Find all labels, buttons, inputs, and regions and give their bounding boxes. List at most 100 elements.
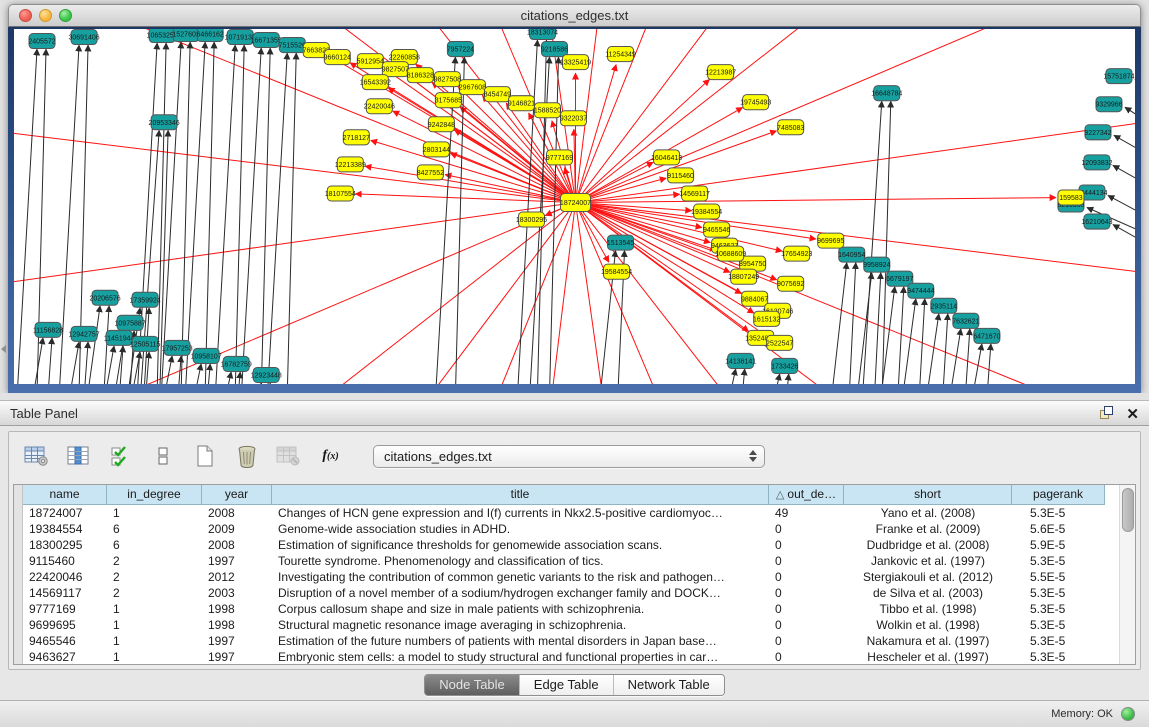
graph-node[interactable]: 17957253: [162, 340, 193, 355]
table-cell[interactable]: Structural magnetic resonance image aver…: [272, 617, 769, 633]
graph-node[interactable]: 1640954: [838, 247, 865, 262]
table-cell[interactable]: 2012: [202, 569, 272, 585]
graph-node[interactable]: 12213987: [705, 65, 736, 80]
table-cell[interactable]: 1: [107, 649, 202, 665]
graph-node[interactable]: 2803144: [423, 142, 450, 157]
table-cell[interactable]: 1997: [202, 553, 272, 569]
graph-node[interactable]: 2522547: [766, 335, 793, 350]
graph-node[interactable]: 9958924: [863, 257, 890, 272]
table-row[interactable]: 911546021997Tourette syndrome. Phenomeno…: [23, 553, 1120, 569]
graph-node[interactable]: 19584554: [601, 264, 632, 279]
table-cell[interactable]: Estimation of the future numbers of pati…: [272, 633, 769, 649]
graph-node[interactable]: 16671355: [251, 33, 282, 48]
table-cell[interactable]: de Silva et al. (2003): [844, 585, 1012, 601]
graph-node[interactable]: 9699695: [817, 233, 844, 248]
graph-node[interactable]: 13325419: [560, 55, 591, 70]
table-cell[interactable]: 0: [769, 569, 844, 585]
graph-node[interactable]: 9884067: [741, 291, 768, 306]
graph-node[interactable]: 6471670: [973, 328, 1000, 343]
delete-column-icon[interactable]: [233, 443, 260, 469]
table-cell[interactable]: 2003: [202, 585, 272, 601]
graph-node[interactable]: 12505115: [130, 336, 161, 351]
function-builder-icon[interactable]: f(x): [317, 443, 344, 469]
graph-node[interactable]: 12923448: [251, 367, 282, 382]
graph-node[interactable]: 10688609: [715, 246, 746, 261]
table-cell[interactable]: 6: [107, 521, 202, 537]
table-cell[interactable]: 5.3E-5: [1012, 505, 1105, 521]
graph-node[interactable]: 10975887: [115, 315, 146, 330]
table-cell[interactable]: 1997: [202, 633, 272, 649]
graph-node[interactable]: 16543392: [360, 75, 391, 90]
graph-node[interactable]: 20206576: [90, 290, 121, 305]
table-cell[interactable]: 2: [107, 553, 202, 569]
graph-node[interactable]: 9474444: [907, 283, 934, 298]
table-cell[interactable]: 5.3E-5: [1012, 649, 1105, 665]
graph-node[interactable]: 11156828: [33, 322, 63, 337]
table-row[interactable]: 1938455462009Genome-wide association stu…: [23, 521, 1120, 537]
table-cell[interactable]: 9463627: [23, 649, 107, 665]
table-row[interactable]: 946554611997Estimation of the future num…: [23, 633, 1120, 649]
graph-node[interactable]: 3175685: [435, 93, 462, 108]
show-columns-icon[interactable]: [65, 443, 92, 469]
graph-node[interactable]: 7957224: [447, 42, 474, 57]
table-cell[interactable]: 5.5E-5: [1012, 569, 1105, 585]
float-panel-icon[interactable]: [1099, 405, 1114, 425]
scrollbar-thumb[interactable]: [1122, 488, 1134, 532]
window-titlebar[interactable]: citations_edges.txt: [8, 4, 1141, 27]
table-cell[interactable]: 6: [107, 537, 202, 553]
table-cell[interactable]: 9465546: [23, 633, 107, 649]
table-cell[interactable]: 0: [769, 537, 844, 553]
table-cell[interactable]: Nakamura et al. (1997): [844, 633, 1012, 649]
table-cell[interactable]: 18300295: [23, 537, 107, 553]
graph-node[interactable]: 2967608: [459, 80, 486, 95]
table-cell[interactable]: Estimation of significance thresholds fo…: [272, 537, 769, 553]
graph-node[interactable]: 9322037: [560, 111, 587, 126]
table-cell[interactable]: 0: [769, 649, 844, 665]
graph-node[interactable]: 6466162: [197, 29, 224, 42]
graph-node[interactable]: 9218586: [541, 42, 568, 57]
graph-node[interactable]: 18300295: [516, 212, 547, 227]
graph-node[interactable]: 8454749: [484, 87, 511, 102]
table-cell[interactable]: Tibbo et al. (1998): [844, 601, 1012, 617]
table-cell[interactable]: 2008: [202, 537, 272, 553]
graph-node[interactable]: 16210643: [1081, 214, 1112, 229]
graph-node[interactable]: 11254349: [605, 47, 636, 62]
row-height-icon[interactable]: [149, 443, 176, 469]
table-cell[interactable]: Yano et al. (2008): [844, 505, 1012, 521]
table-cell[interactable]: 5.3E-5: [1012, 585, 1105, 601]
table-cell[interactable]: Dudbridge et al. (2008): [844, 537, 1012, 553]
graph-node[interactable]: 18807249: [728, 269, 759, 284]
tab-network-table[interactable]: Network Table: [614, 675, 724, 695]
graph-node[interactable]: 9075692: [777, 276, 804, 291]
table-cell[interactable]: 1997: [202, 649, 272, 665]
graph-node[interactable]: 1588520: [534, 103, 561, 118]
table-cell[interactable]: 5.9E-5: [1012, 537, 1105, 553]
table-cell[interactable]: 2: [107, 585, 202, 601]
graph-node[interactable]: 12213389: [335, 157, 366, 172]
table-cell[interactable]: 19384554: [23, 521, 107, 537]
table-cell[interactable]: 1998: [202, 601, 272, 617]
graph-node[interactable]: 18313074: [527, 29, 558, 40]
graph-node[interactable]: 9777169: [546, 150, 573, 165]
table-cell[interactable]: 0: [769, 553, 844, 569]
table-cell[interactable]: 0: [769, 585, 844, 601]
graph-node[interactable]: 19384554: [691, 204, 722, 219]
split-pane-divider[interactable]: ▲▼: [0, 393, 1149, 400]
table-row[interactable]: 2242004622012Investigating the contribut…: [23, 569, 1120, 585]
graph-node[interactable]: 9827508: [434, 72, 461, 87]
table-cell[interactable]: 0: [769, 633, 844, 649]
table-cell[interactable]: 1998: [202, 617, 272, 633]
table-cell[interactable]: Stergiakouli et al. (2012): [844, 569, 1012, 585]
graph-node[interactable]: 9329966: [1095, 97, 1122, 112]
graph-hub-node[interactable]: 18724007: [560, 193, 591, 211]
graph-node[interactable]: 7485083: [777, 120, 804, 135]
graph-node[interactable]: 9227342: [1084, 125, 1111, 140]
table-cell[interactable]: Changes of HCN gene expression and I(f) …: [272, 505, 769, 521]
graph-node[interactable]: 9242848: [428, 117, 455, 132]
graph-node[interactable]: 17359924: [130, 292, 161, 307]
table-cell[interactable]: Investigating the contribution of common…: [272, 569, 769, 585]
graph-node[interactable]: 1513545: [607, 235, 634, 250]
table-cell[interactable]: Wolkin et al. (1998): [844, 617, 1012, 633]
graph-node[interactable]: 9660124: [324, 50, 351, 65]
column-header-year[interactable]: year: [202, 485, 272, 505]
